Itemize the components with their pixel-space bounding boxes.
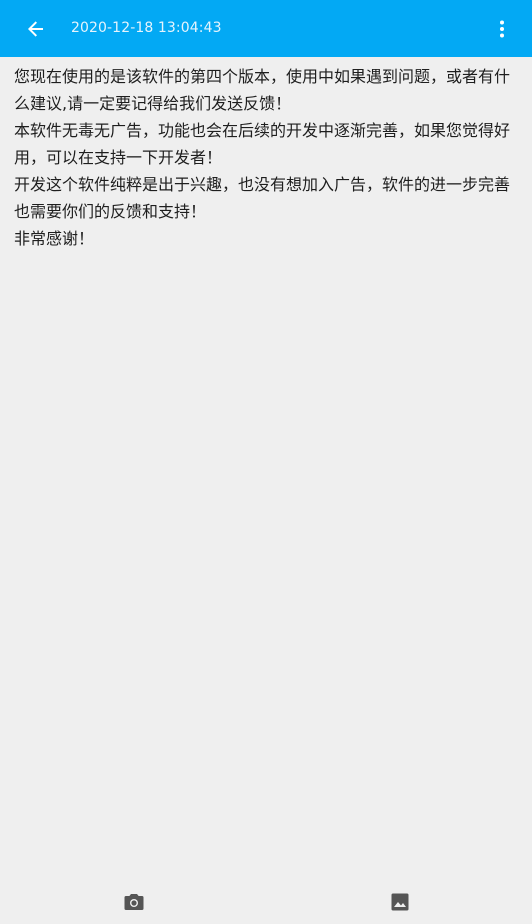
bottom-action-bar <box>0 884 532 924</box>
more-options-button[interactable] <box>492 15 512 43</box>
arrow-back-icon <box>28 21 43 37</box>
note-timestamp-title: 2020-12-18 13:04:43 <box>71 20 222 36</box>
camera-icon <box>124 894 144 910</box>
more-vert-icon <box>500 20 504 38</box>
note-paragraph: 开发这个软件纯粹是出于兴趣，也没有想加入广告，软件的进一步完善也需要你们的反馈和… <box>14 175 511 221</box>
note-paragraph: 您现在使用的是该软件的第四个版本，使用中如果遇到问题，或者有什么建议,请一定要记… <box>14 67 511 113</box>
note-body[interactable]: 您现在使用的是该软件的第四个版本，使用中如果遇到问题，或者有什么建议,请一定要记… <box>14 63 520 252</box>
note-editor-screen: 2020-12-18 13:04:43 您现在使用的是该软件的第四个版本，使用中… <box>0 0 532 924</box>
note-paragraph: 非常感谢！ <box>14 229 95 248</box>
app-toolbar: 2020-12-18 13:04:43 <box>0 0 532 57</box>
image-button[interactable] <box>388 890 412 914</box>
camera-button[interactable] <box>122 890 146 914</box>
note-paragraph: 本软件无毒无广告，功能也会在后续的开发中逐渐完善，如果您觉得好用，可以在支持一下… <box>14 121 511 167</box>
image-icon <box>391 893 409 911</box>
back-button[interactable] <box>20 14 52 44</box>
